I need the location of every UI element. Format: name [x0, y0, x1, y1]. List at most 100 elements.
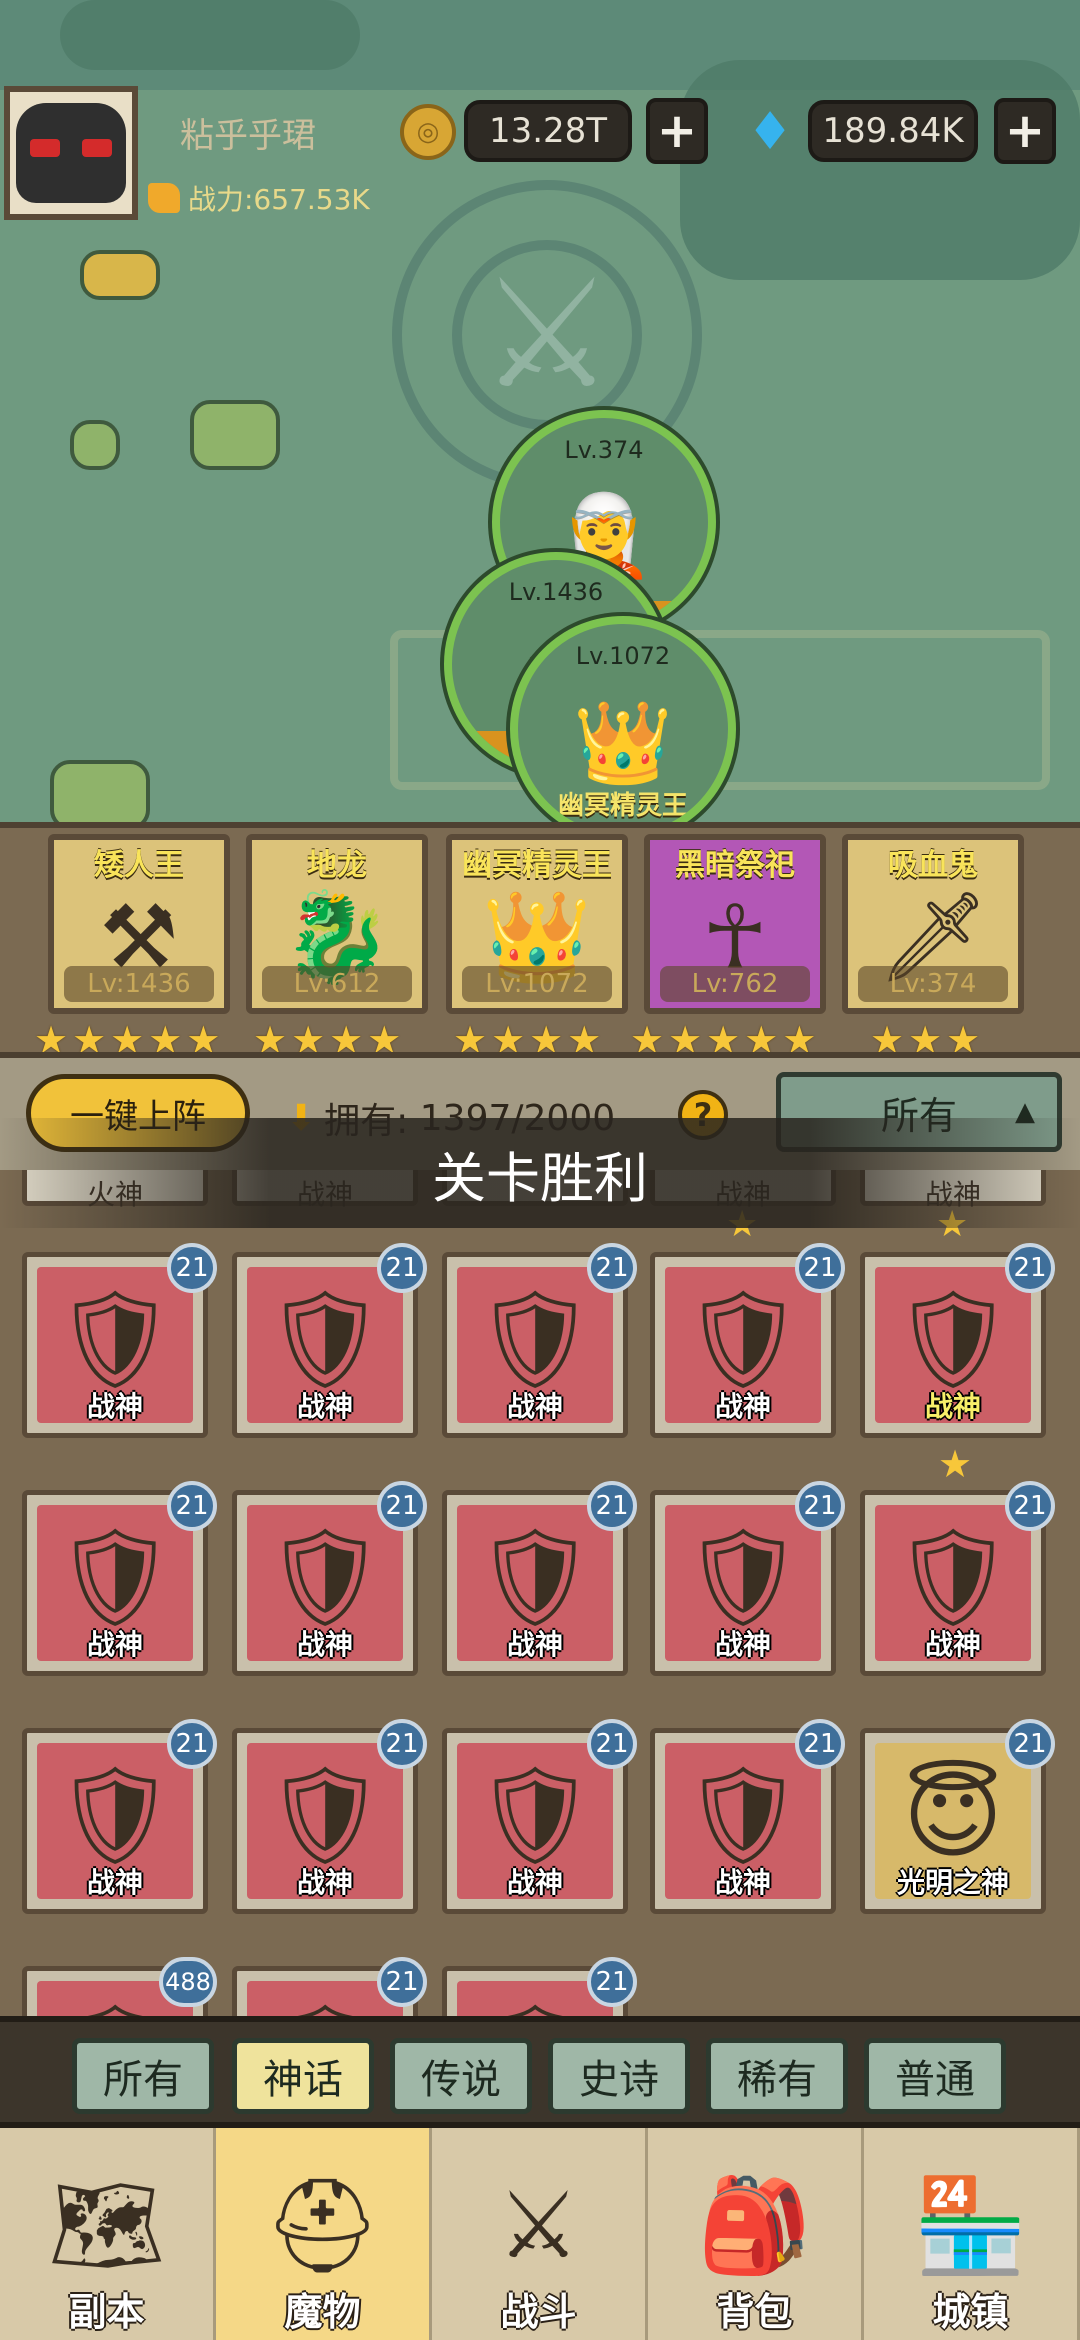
power-display: 战力:657.53K — [148, 178, 370, 218]
spartan-warrior-icon: 🛡 — [682, 1758, 804, 1871]
island — [80, 250, 160, 300]
monster-count-badge: 488 — [159, 1957, 217, 2007]
monster-card[interactable]: 🛡 战神 21 — [442, 1481, 637, 1676]
spartan-warrior-icon: 🛡 — [264, 1758, 386, 1871]
team-slot[interactable]: 🗡 吸血鬼 Lv:374 — [842, 834, 1024, 1014]
monster-card[interactable]: 🛡 战神 21 — [650, 1719, 845, 1914]
hero-bubble[interactable]: Lv.1072 👑 幽冥精灵王 — [510, 616, 736, 842]
cloud — [60, 0, 360, 70]
elf-king-icon: 👑 — [573, 696, 673, 790]
team-monster-level: Lv:762 — [660, 966, 810, 1002]
monster-count-badge: 21 — [377, 1243, 427, 1293]
island — [190, 400, 280, 470]
monster-count-badge: 21 — [377, 1719, 427, 1769]
team-lineup: ⚒ 矮人王 Lv:1436 ★ ★ ★ ★ ★ 🐉 地龙 Lv:612 ★ ★ ★ ★ 👑 幽冥精灵王 Lv:10… — [0, 822, 1080, 1060]
monster-card[interactable]: 🛡 战神 21 — [442, 1243, 637, 1438]
bubble-level: Lv.374 — [564, 436, 644, 464]
spartan-warrior-icon: 🛡 — [264, 1520, 386, 1633]
monster-card[interactable]: 🛡 战神 21 — [22, 1481, 217, 1676]
monster-card[interactable]: 😇 光明之神 21 — [860, 1719, 1055, 1914]
monster-card[interactable]: 🛡 战神 21 — [650, 1481, 845, 1676]
monster-card[interactable]: 🛡 战神 21 — [860, 1481, 1055, 1676]
monster-name: 战神 — [924, 1390, 981, 1423]
spartan-warrior-icon: 🛡 — [892, 1282, 1014, 1395]
player-name: 粘乎乎珺 — [180, 116, 316, 156]
team-monster-level: Lv:1436 — [64, 966, 214, 1002]
monster-name: 战神 — [296, 1628, 353, 1661]
top-bar: 粘乎乎珺 战力:657.53K ◎ 13.28T + ♦ 189.84K + — [0, 86, 1080, 220]
rarity-tab[interactable]: 神话 — [232, 2038, 374, 2114]
cat-avatar-icon — [16, 103, 126, 203]
team-monster-level: Lv:612 — [262, 966, 412, 1002]
monster-card[interactable]: 🛡 战神 21 — [232, 1719, 427, 1914]
spartan-warrior-icon: 🛡 — [474, 1758, 596, 1871]
map-scroll-icon: 🗺 — [48, 2172, 165, 2279]
monster-count-badge: 21 — [795, 1719, 845, 1769]
monster-card[interactable]: 🛡 战神 21 — [22, 1719, 217, 1914]
nav-tab[interactable]: ⚔ 战斗 — [432, 2128, 648, 2340]
monster-card[interactable]: 🛡 战神 21 — [442, 1719, 637, 1914]
spartan-warrior-icon: 🛡 — [54, 1520, 176, 1633]
add-gold-button[interactable]: + — [646, 98, 708, 164]
monster-name: 战神 — [86, 1390, 143, 1423]
monster-count-badge: 21 — [1005, 1481, 1055, 1531]
bubble-level: Lv.1072 — [575, 642, 671, 670]
team-monster-name: 地龙 — [307, 848, 367, 883]
spartan-warrior-icon: 🛡 — [264, 1282, 386, 1395]
island — [50, 760, 150, 830]
avatar[interactable] — [4, 86, 138, 220]
rarity-tab[interactable]: 所有 — [72, 2038, 214, 2114]
monster-name: 光明之神 — [896, 1866, 1009, 1899]
monster-count-badge: 21 — [377, 1481, 427, 1531]
monster-grid[interactable]: 火神战神战神战神★★🛡战神21🛡战神21🛡战神21🛡战神21🛡战神21★🛡战神2… — [0, 1170, 1080, 2016]
bubble-level: Lv.1436 — [508, 578, 604, 606]
rarity-tab[interactable]: 史诗 — [548, 2038, 690, 2114]
bottom-navigation: 🗺 副本 ⛑ 魔物 ⚔ 战斗 🎒 背包 🏪 城镇 — [0, 2128, 1080, 2340]
world-map[interactable]: ⚔ 粘乎乎珺 战力:657.53K ◎ 13.28T + ♦ 189.84K +… — [0, 0, 1080, 860]
power-value: 战力:657.53K — [188, 183, 370, 216]
monster-card[interactable]: 🛡21 — [232, 1957, 427, 2016]
shop-icon: 🏪 — [913, 2172, 1028, 2279]
team-slot[interactable]: ⚒ 矮人王 Lv:1436 — [48, 834, 230, 1014]
team-monster-level: Lv:374 — [858, 966, 1008, 1002]
monster-card[interactable]: 🛡21 — [442, 1957, 637, 2016]
monster-card[interactable]: 🛡 战神 21 — [650, 1243, 845, 1438]
add-gems-button[interactable]: + — [994, 98, 1056, 164]
monster-count-badge: 21 — [795, 1481, 845, 1531]
nav-tab[interactable]: 🗺 副本 — [0, 2128, 216, 2340]
monster-count-badge: 21 — [1005, 1719, 1055, 1769]
rarity-tab[interactable]: 稀有 — [706, 2038, 848, 2114]
monster-count-badge: 21 — [795, 1243, 845, 1293]
spartan-warrior-icon: 🛡 — [54, 1282, 176, 1395]
monster-card[interactable]: 🛡 战神 21 — [232, 1243, 427, 1438]
monster-card[interactable]: 🛡 战神 21 — [860, 1243, 1055, 1438]
nav-tab[interactable]: ⛑ 魔物 — [216, 2128, 432, 2340]
monster-count-badge: 21 — [167, 1719, 217, 1769]
monster-card[interactable]: 🛡 战神 21 — [22, 1243, 217, 1438]
monster-count-badge: 21 — [587, 1243, 637, 1293]
rarity-tab[interactable]: 普通 — [864, 2038, 1006, 2114]
team-slot[interactable]: ☥ 黑暗祭祀 Lv:762 — [644, 834, 826, 1014]
team-slot[interactable]: 👑 幽冥精灵王 Lv:1072 — [446, 834, 628, 1014]
monster-card[interactable]: 🛡488 — [22, 1957, 217, 2016]
helmet-icon: ⛑ — [264, 2172, 381, 2279]
gem-amount: 189.84K — [808, 100, 978, 162]
island — [70, 420, 120, 470]
team-slot[interactable]: 🐉 地龙 Lv:612 — [246, 834, 428, 1014]
nav-label: 城镇 — [932, 2290, 1009, 2334]
rarity-tab[interactable]: 传说 — [390, 2038, 532, 2114]
monster-name: 战神 — [714, 1390, 771, 1423]
monster-count-badge: 21 — [587, 1719, 637, 1769]
gold-coin-icon: ◎ — [400, 104, 456, 160]
monster-count-badge: 21 — [167, 1481, 217, 1531]
nav-tab[interactable]: 🏪 城镇 — [864, 2128, 1080, 2340]
team-monster-level: Lv:1072 — [462, 966, 612, 1002]
gold-amount: 13.28T — [464, 100, 632, 162]
spartan-warrior-icon: 🛡 — [264, 1997, 386, 2016]
monster-card[interactable]: 🛡 战神 21 — [232, 1481, 427, 1676]
power-icon — [148, 183, 180, 213]
monster-name: 战神 — [924, 1628, 981, 1661]
team-monster-name: 黑暗祭祀 — [675, 848, 795, 883]
nav-tab[interactable]: 🎒 背包 — [648, 2128, 864, 2340]
rarity-filter-bar: 所有 神话 传说 史诗 稀有 普通 — [0, 2016, 1080, 2128]
